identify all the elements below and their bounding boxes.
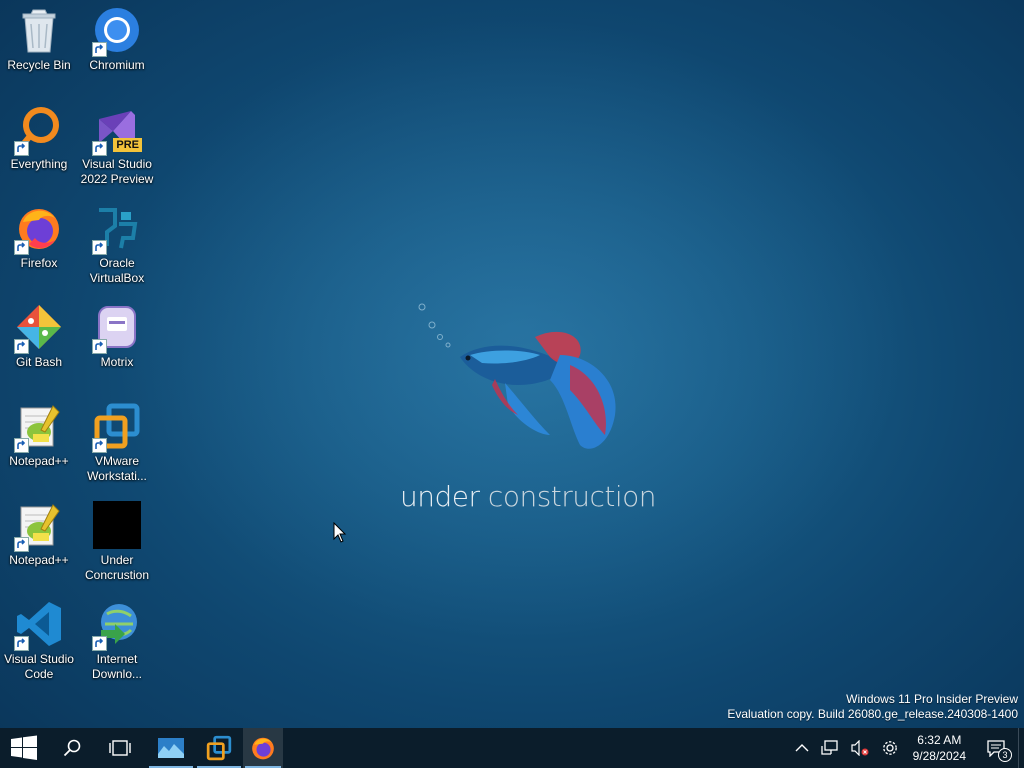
start-button[interactable] bbox=[0, 728, 48, 768]
vmware-app-icon bbox=[206, 735, 232, 761]
notification-count-badge: 3 bbox=[998, 748, 1012, 762]
desktop-icon-visual-studio[interactable]: PRE Visual Studio 2022 Preview bbox=[78, 99, 156, 195]
volume-button[interactable] bbox=[845, 728, 875, 768]
network-icon bbox=[820, 740, 838, 755]
recycle-bin-icon bbox=[14, 5, 64, 55]
search-icon bbox=[63, 739, 81, 757]
system-tray: 6:32 AM 9/28/2024 3 bbox=[789, 728, 1024, 768]
settings-tray-button[interactable] bbox=[875, 728, 905, 768]
shortcut-arrow-icon bbox=[14, 240, 29, 255]
shortcut-arrow-icon bbox=[14, 438, 29, 453]
desktop-icon-label: Visual Studio Code bbox=[4, 652, 74, 681]
mouse-cursor-icon bbox=[333, 522, 347, 543]
task-view-icon bbox=[109, 740, 131, 756]
desktop-icon-firefox[interactable]: Firefox bbox=[0, 198, 78, 294]
wallpaper-caption: under construction bbox=[400, 480, 657, 513]
desktop-icon-label: Visual Studio 2022 Preview bbox=[80, 157, 154, 186]
motrix-icon bbox=[92, 302, 142, 354]
desktop-icon-label: Internet Downlo... bbox=[91, 652, 143, 681]
windows-logo-icon bbox=[11, 735, 37, 760]
desktop-icon-label: Chromium bbox=[89, 58, 145, 72]
gear-icon bbox=[882, 741, 897, 755]
taskbar-app-firefox[interactable] bbox=[243, 728, 283, 768]
shortcut-arrow-icon bbox=[14, 537, 29, 552]
desktop-icon-label: Notepad++ bbox=[9, 553, 69, 567]
desktop-icon-vmware[interactable]: VMware Workstati... bbox=[78, 396, 156, 492]
shortcut-arrow-icon bbox=[14, 636, 29, 651]
clock-time: 6:32 AM bbox=[917, 733, 962, 747]
desktop-icon-git-bash[interactable]: Git Bash bbox=[0, 297, 78, 393]
betta-fish-wallpaper bbox=[418, 303, 616, 449]
photos-app-icon bbox=[158, 738, 184, 758]
volume-muted-icon bbox=[851, 740, 869, 756]
action-center-button[interactable]: 3 bbox=[974, 728, 1018, 768]
shortcut-arrow-icon bbox=[92, 636, 107, 651]
desktop-icon-vscode[interactable]: Visual Studio Code bbox=[0, 594, 78, 690]
desktop-icon-label: Recycle Bin bbox=[7, 58, 71, 72]
desktop-icon-label: VMware Workstati... bbox=[87, 454, 147, 483]
everything-icon bbox=[14, 104, 64, 156]
vscode-icon bbox=[14, 599, 64, 651]
shortcut-arrow-icon bbox=[92, 339, 107, 354]
shortcut-arrow-icon bbox=[92, 240, 107, 255]
virtualbox-icon bbox=[92, 203, 142, 255]
shortcut-arrow-icon bbox=[14, 339, 29, 354]
desktop-icon-notepadpp[interactable]: Notepad++ bbox=[0, 396, 78, 492]
desktop-icon-label: Firefox bbox=[20, 256, 58, 270]
desktop-icon-label: Under Concrustion bbox=[84, 553, 150, 582]
search-button[interactable] bbox=[48, 728, 96, 768]
shortcut-arrow-icon bbox=[92, 42, 107, 57]
clock-date: 9/28/2024 bbox=[912, 749, 966, 763]
shortcut-arrow-icon bbox=[92, 438, 107, 453]
taskbar-app-vmware[interactable] bbox=[195, 728, 243, 768]
chromium-icon bbox=[92, 5, 142, 57]
desktop-icon-virtualbox[interactable]: Oracle VirtualBox bbox=[78, 198, 156, 294]
watermark-line2: Evaluation copy. Build 26080.ge_release.… bbox=[727, 707, 1018, 721]
caption-under: under bbox=[400, 480, 480, 513]
desktop-icon-label: Everything bbox=[10, 157, 68, 171]
desktop-icon-chromium[interactable]: Chromium bbox=[78, 0, 156, 96]
git-bash-icon bbox=[14, 302, 64, 354]
desktop-icon-idm[interactable]: Internet Downlo... bbox=[78, 594, 156, 690]
task-view-button[interactable] bbox=[96, 728, 144, 768]
desktop-icon-label: Notepad++ bbox=[9, 454, 69, 468]
firefox-icon bbox=[14, 203, 64, 255]
desktop-icon-under-concrustion[interactable]: Under Concrustion bbox=[78, 495, 156, 591]
desktop-icon-label: Motrix bbox=[100, 355, 134, 369]
preview-badge: PRE bbox=[113, 138, 142, 152]
show-desktop-button[interactable] bbox=[1018, 728, 1024, 768]
taskbar: 6:32 AM 9/28/2024 3 bbox=[0, 728, 1024, 768]
insider-watermark: Windows 11 Pro Insider Preview Evaluatio… bbox=[727, 692, 1018, 722]
taskbar-clock[interactable]: 6:32 AM 9/28/2024 bbox=[905, 732, 974, 764]
desktop-icon-motrix[interactable]: Motrix bbox=[78, 297, 156, 393]
chevron-up-icon bbox=[795, 744, 809, 752]
desktop-icon-recycle-bin[interactable]: Recycle Bin bbox=[0, 0, 78, 96]
firefox-app-icon bbox=[252, 737, 274, 760]
watermark-line1: Windows 11 Pro Insider Preview bbox=[846, 692, 1018, 706]
notepadpp-icon bbox=[14, 500, 64, 552]
network-button[interactable] bbox=[815, 728, 845, 768]
idm-icon bbox=[92, 599, 142, 651]
desktop-icon-label: Oracle VirtualBox bbox=[89, 256, 145, 285]
shortcut-arrow-icon bbox=[14, 141, 29, 156]
shortcut-arrow-icon bbox=[92, 141, 107, 156]
show-hidden-icons-button[interactable] bbox=[789, 728, 815, 768]
desktop-icon-everything[interactable]: Everything bbox=[0, 99, 78, 195]
visual-studio-icon: PRE bbox=[92, 104, 142, 156]
taskbar-app-photos[interactable] bbox=[147, 728, 195, 768]
vmware-icon bbox=[92, 401, 142, 453]
black-square-icon bbox=[92, 500, 142, 550]
caption-construction: construction bbox=[487, 480, 657, 513]
desktop-icon-notepadpp[interactable]: Notepad++ bbox=[0, 495, 78, 591]
desktop-icon-label: Git Bash bbox=[15, 355, 63, 369]
notepadpp-icon bbox=[14, 401, 64, 453]
